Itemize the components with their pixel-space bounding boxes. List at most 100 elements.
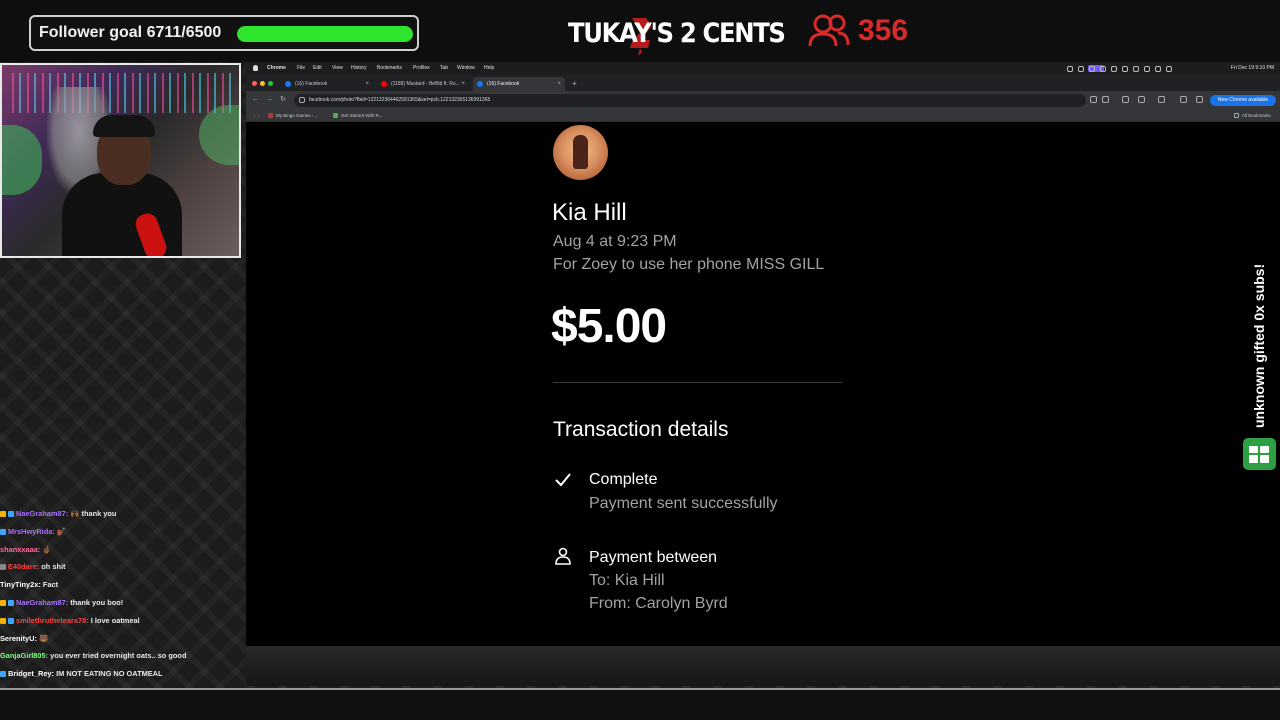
- close-tab-icon[interactable]: ×: [557, 77, 561, 91]
- window-zoom-button[interactable]: [268, 81, 273, 86]
- tray-icon[interactable]: [1067, 66, 1073, 72]
- extension-icon[interactable]: [1122, 96, 1129, 103]
- tray-icon[interactable]: [1155, 66, 1161, 72]
- tray-icon[interactable]: [1144, 66, 1150, 72]
- tray-icon[interactable]: [1122, 66, 1128, 72]
- checkmark-icon: [555, 473, 571, 487]
- section-divider: [553, 382, 842, 383]
- gift-sub-icon: [1243, 438, 1276, 470]
- chat-username[interactable]: GanjaGirl805:: [0, 651, 48, 660]
- chat-message: smilethrutheteara78: I love oatmeal: [0, 612, 240, 630]
- chat-username[interactable]: smilethrutheteara78:: [16, 616, 89, 625]
- chat-username[interactable]: NaeGraham87:: [16, 598, 68, 607]
- apple-icon[interactable]: [253, 65, 258, 71]
- browser-tab-title: (1189) Mustard - BeBitt ft. Ro...: [391, 81, 460, 87]
- bookmark-item[interactable]: My Bingo Games -...: [268, 110, 317, 122]
- youtube-icon: [381, 81, 387, 87]
- menu-profiles[interactable]: Profiles: [413, 62, 430, 75]
- chat-badge-icon: [0, 528, 6, 535]
- transaction-date: Aug 4 at 9:23 PM: [553, 233, 677, 250]
- webcam-green-light-right: [199, 105, 239, 165]
- menu-view[interactable]: View: [332, 62, 343, 75]
- tray-icon[interactable]: [1078, 66, 1084, 72]
- follower-goal-progress-bar: [237, 26, 413, 42]
- chat-username[interactable]: shanxxaaa:: [0, 545, 40, 554]
- viewers-icon: [808, 14, 850, 47]
- chat-message: E40dare: oh shit: [0, 558, 240, 576]
- menu-tab[interactable]: Tab: [440, 62, 448, 75]
- menubar-clock[interactable]: Fri Dec 19 9:10 PM: [1231, 62, 1274, 75]
- browser-tab-title: (16) Facebook: [295, 81, 328, 87]
- reload-button[interactable]: ↻: [280, 95, 286, 105]
- chat-message-text: 🐻: [39, 633, 49, 643]
- menu-history[interactable]: History: [351, 62, 367, 75]
- tray-icon[interactable]: [1089, 66, 1095, 72]
- tray-icon[interactable]: [1166, 66, 1172, 72]
- tray-icon[interactable]: [1111, 66, 1117, 72]
- tray-icon[interactable]: [1100, 66, 1106, 72]
- forward-button[interactable]: →: [266, 95, 273, 105]
- person-icon: [555, 547, 571, 565]
- status-label: Complete: [589, 471, 658, 488]
- menu-app-name[interactable]: Chrome: [267, 62, 286, 75]
- gift-sub-icon-part: [1260, 446, 1269, 453]
- chat-username[interactable]: NaeGraham87:: [16, 509, 68, 518]
- chrome-update-button[interactable]: New Chrome available: [1210, 95, 1276, 106]
- browser-tab-title: (16) Facebook: [487, 81, 520, 87]
- browser-tab-active[interactable]: (16) Facebook ×: [473, 77, 565, 91]
- extension-icon[interactable]: [1138, 96, 1145, 103]
- transaction-page: Kia Hill Aug 4 at 9:23 PM For Zoey to us…: [246, 123, 1280, 646]
- webcam-green-light-left: [2, 125, 42, 195]
- chat-username[interactable]: MrsHwyRida:: [8, 527, 55, 536]
- gift-sub-alert-text: unknown gifted 0x subs!: [1248, 264, 1280, 428]
- chat-message-text: 💅🏾: [56, 526, 67, 536]
- chat-username[interactable]: Bridget_Rey:: [8, 669, 54, 678]
- tray-icon[interactable]: [1133, 66, 1139, 72]
- payee-avatar[interactable]: [553, 125, 608, 180]
- close-tab-icon[interactable]: ×: [365, 77, 369, 91]
- payment-from: From: Carolyn Byrd: [589, 595, 728, 612]
- window-minimize-button[interactable]: [260, 81, 265, 86]
- chat-username[interactable]: SerenityU:: [0, 634, 37, 643]
- chat-message: NaeGraham87: thank you boo!: [0, 594, 240, 612]
- bookmark-favicon: [268, 113, 273, 119]
- chat-username[interactable]: E40dare:: [8, 562, 39, 571]
- brand-logo: TUKAY'S 2 CENTS: [560, 12, 786, 56]
- chat-message-text: I love oatmeal: [90, 615, 140, 625]
- menu-help[interactable]: Help: [484, 62, 494, 75]
- payment-between-label: Payment between: [589, 549, 718, 566]
- address-bar[interactable]: facebook.com/photo?fbid=1221323644629913…: [294, 94, 1086, 107]
- apps-grid-icon[interactable]: ⋮⋮: [252, 110, 261, 122]
- menu-edit[interactable]: Edit: [313, 62, 322, 75]
- chat-username[interactable]: TinyTiny2x:: [0, 580, 41, 589]
- profile-icon[interactable]: [1196, 96, 1203, 103]
- browser-tab[interactable]: (16) Facebook ×: [281, 77, 373, 91]
- menu-file[interactable]: File: [297, 62, 305, 75]
- back-button[interactable]: ←: [252, 95, 259, 105]
- browser-tab[interactable]: (1189) Mustard - BeBitt ft. Ro... ×: [377, 77, 469, 91]
- gift-sub-icon-part: [1249, 446, 1258, 453]
- install-app-icon[interactable]: [1090, 96, 1097, 103]
- viewer-count: 356: [858, 14, 909, 47]
- chat-badge-icon: [0, 511, 6, 518]
- all-bookmarks-button[interactable]: All Bookmarks: [1234, 110, 1271, 122]
- close-tab-icon[interactable]: ×: [461, 77, 465, 91]
- chat-message: shanxxaaa: 🤞🏾: [0, 541, 240, 559]
- payee-name[interactable]: Kia Hill: [552, 199, 627, 227]
- facebook-icon: [477, 81, 483, 87]
- chat-message: Bridget_Rey: IM NOT EATING NO OATMEAL: [0, 665, 240, 683]
- browser-tab-strip: (16) Facebook × (1189) Mustard - BeBitt …: [246, 75, 1280, 91]
- window-close-button[interactable]: [252, 81, 257, 86]
- menu-bookmarks[interactable]: Bookmarks: [377, 62, 402, 75]
- new-tab-button[interactable]: +: [572, 77, 577, 91]
- chat-message-text: you ever tried overnight oats.. so good: [50, 651, 187, 661]
- site-info-icon[interactable]: [299, 97, 305, 103]
- bookmark-star-icon[interactable]: [1102, 96, 1109, 103]
- menu-window[interactable]: Window: [457, 62, 475, 75]
- payment-to: To: Kia Hill: [589, 572, 665, 589]
- transaction-note: For Zoey to use her phone MISS GILL: [553, 256, 825, 273]
- chat-badge-icon: [0, 617, 6, 624]
- bookmark-item[interactable]: Get Started With R...: [333, 110, 383, 122]
- extensions-puzzle-icon[interactable]: [1158, 96, 1165, 103]
- side-panel-icon[interactable]: [1180, 96, 1187, 103]
